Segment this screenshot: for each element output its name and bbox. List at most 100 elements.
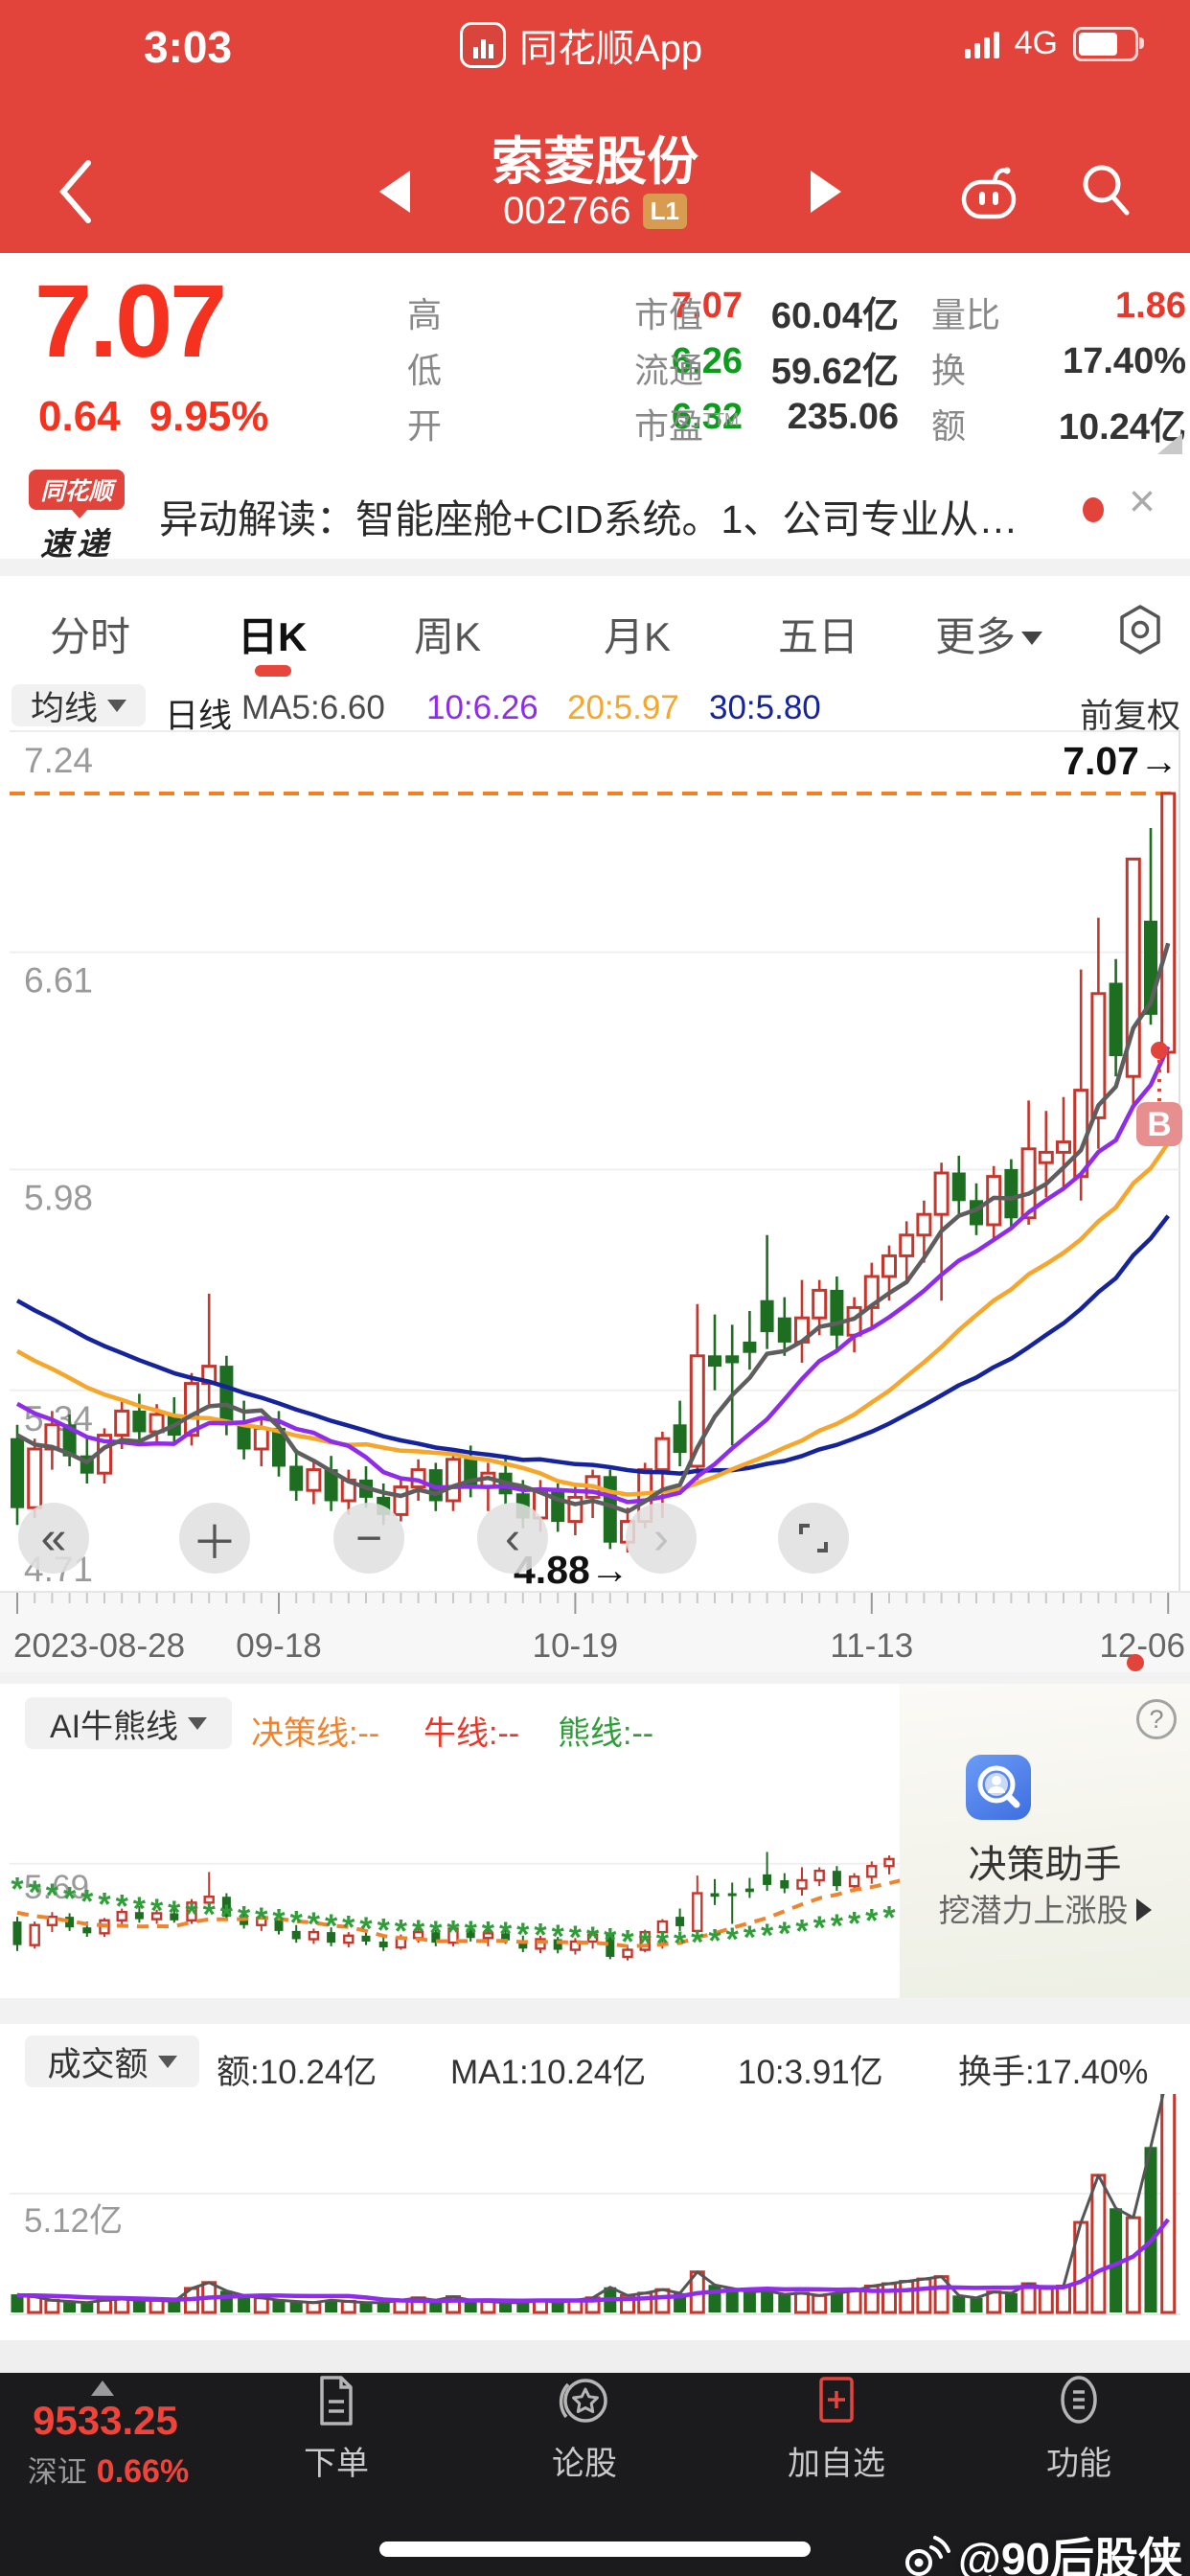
tab-minute[interactable]: 分时	[50, 605, 130, 663]
nav-item-forum[interactable]: 论股	[508, 2373, 661, 2484]
chevron-down-icon	[1021, 632, 1042, 645]
svg-text:*: *	[133, 1891, 147, 1927]
divider	[0, 559, 1190, 576]
zoom-out-button[interactable]: −	[333, 1503, 404, 1574]
ai-indicator-selector[interactable]: AI牛熊线	[25, 1697, 232, 1749]
news-bar[interactable]: 同花顺 速递 异动解读：智能座舱+CID系统。1、公司专业从… ×	[0, 460, 1190, 559]
svg-text:*: *	[29, 1874, 42, 1911]
volume-pane: 5.12亿 成交额 额:10.24亿 MA1:10.24亿 10:3.91亿 换…	[0, 2024, 1190, 2340]
nav-item-order[interactable]: 下单	[260, 2373, 413, 2484]
stat-value-pe: 235.06	[717, 397, 899, 438]
svg-text:*: *	[761, 1918, 774, 1954]
level-badge: L1	[643, 194, 687, 229]
watermark-text: @90后股侠	[958, 2524, 1182, 2576]
svg-text:*: *	[203, 1897, 217, 1933]
zoom-in-button[interactable]: ＋	[179, 1503, 250, 1574]
ai-indicator-pane: 5.69************************************…	[0, 1684, 1190, 1998]
index-row: 深证0.66%	[8, 2448, 209, 2491]
divider	[0, 2340, 1190, 2373]
svg-text:*: *	[569, 1920, 583, 1956]
robot-assistant-icon[interactable]	[954, 161, 1023, 222]
stat-label: 流通	[634, 343, 703, 393]
assistant-subtitle[interactable]: 挖潜力上涨股	[900, 1885, 1190, 1931]
svg-text:*: *	[656, 1925, 670, 1962]
search-icon[interactable]	[1075, 159, 1136, 224]
rewind-button[interactable]: «	[18, 1503, 89, 1574]
svg-text:*: *	[795, 1913, 809, 1949]
svg-text:*: *	[150, 1893, 164, 1929]
svg-text:*: *	[534, 1918, 547, 1954]
svg-text:*: *	[831, 1908, 844, 1944]
arrow-right-icon	[1136, 1898, 1152, 1921]
svg-text:7.24: 7.24	[24, 741, 93, 780]
pan-left-button[interactable]: ‹	[477, 1503, 548, 1574]
ma10-value: 10:6.26	[426, 689, 538, 727]
kline-settings-icon[interactable]	[1111, 601, 1169, 658]
header: 3:03 同花顺App 4G 索菱股份 002766 L1	[0, 0, 1190, 253]
close-icon[interactable]: ×	[1129, 475, 1156, 528]
stat-label: 市值	[634, 288, 703, 337]
app-root: 3:03 同花顺App 4G 索菱股份 002766 L1	[0, 0, 1190, 2576]
quote-panel[interactable]: 7.07 0.64 9.95% 高 7.07 低 6.26 开 6.32 市值 …	[0, 253, 1190, 462]
tab-daily-k[interactable]: 日K	[238, 605, 307, 663]
svg-text:*: *	[639, 1925, 652, 1962]
ths-app-icon	[460, 22, 506, 68]
index-expand-icon[interactable]	[91, 2380, 114, 2396]
help-icon[interactable]: ?	[1136, 1699, 1177, 1739]
svg-text:*: *	[168, 1895, 181, 1931]
volume-chart-svg[interactable]: 5.12亿	[0, 2094, 1190, 2340]
kline-header: 均线 日线 MA5:6.60 10:6.26 20:5.97 30:5.80 前…	[0, 680, 1190, 730]
svg-text:*: *	[238, 1900, 251, 1937]
news-headline[interactable]: 异动解读：智能座舱+CID系统。1、公司专业从…	[159, 487, 1071, 544]
nav-item-features[interactable]: 功能	[1002, 2373, 1156, 2484]
svg-text:*: *	[586, 1920, 600, 1957]
signal-icon	[965, 30, 999, 58]
nav-item-add-watchlist[interactable]: 加自选	[760, 2373, 913, 2484]
svg-text:*: *	[446, 1914, 460, 1950]
svg-text:*: *	[272, 1903, 286, 1940]
stat-label: 开	[407, 399, 442, 448]
tab-weekly-k[interactable]: 周K	[414, 605, 481, 663]
index-name: 深证	[28, 2455, 87, 2489]
pan-right-button[interactable]: ›	[626, 1503, 697, 1574]
sudi-logo: 同花顺 速递	[29, 470, 125, 564]
price-change-row: 0.64 9.95%	[38, 393, 268, 441]
index-value[interactable]: 9533.25	[19, 2398, 192, 2444]
svg-text:*: *	[308, 1906, 321, 1943]
last-price: 7.07	[34, 261, 224, 380]
tab-more[interactable]: 更多	[935, 605, 1042, 663]
ma-selector-button[interactable]: 均线	[11, 684, 146, 726]
svg-text:*: *	[778, 1916, 791, 1952]
stat-value-turnover: 17.40%	[1004, 341, 1186, 382]
chevron-down-icon	[107, 700, 126, 712]
decision-assistant-icon	[966, 1755, 1031, 1820]
svg-text:5.12亿: 5.12亿	[24, 2202, 123, 2240]
bottom-nav: 9533.25 深证0.66% 下单 论股	[0, 2373, 1190, 2576]
svg-text:*: *	[848, 1906, 861, 1943]
svg-text:*: *	[290, 1905, 304, 1942]
ma30-value: 30:5.80	[709, 689, 821, 727]
svg-text:*: *	[482, 1916, 495, 1952]
tab-monthly-k[interactable]: 月K	[604, 605, 671, 663]
turnover-value: 换手:17.40%	[958, 2045, 1148, 2094]
svg-text:6.61: 6.61	[24, 961, 93, 1000]
amount-ma1-value: MA1:10.24亿	[450, 2045, 646, 2094]
stat-label: 额	[931, 399, 966, 448]
stock-code: 002766	[503, 190, 630, 233]
svg-text:*: *	[359, 1911, 373, 1947]
decision-line-value: 决策线:--	[251, 1707, 379, 1754]
expand-stats-icon[interactable]	[1157, 433, 1182, 454]
status-app: 同花顺App	[460, 17, 702, 73]
volume-selector[interactable]: 成交额	[25, 2036, 199, 2087]
svg-text:*: *	[98, 1886, 111, 1922]
svg-text:*: *	[80, 1884, 94, 1920]
fullscreen-button[interactable]	[778, 1503, 849, 1574]
stat-value-mktcap: 60.04亿	[717, 286, 899, 338]
period-tabs: 分时 日K 周K 月K 五日 更多	[0, 576, 1190, 680]
features-icon	[1051, 2373, 1107, 2428]
stat-label: 换	[931, 343, 966, 393]
tab-five-day[interactable]: 五日	[778, 605, 858, 663]
kline-chart[interactable]: 7.246.615.985.344.717.07→ 4.88→ B	[0, 730, 1190, 1591]
svg-text:*: *	[744, 1920, 757, 1956]
svg-text:*: *	[865, 1903, 879, 1940]
